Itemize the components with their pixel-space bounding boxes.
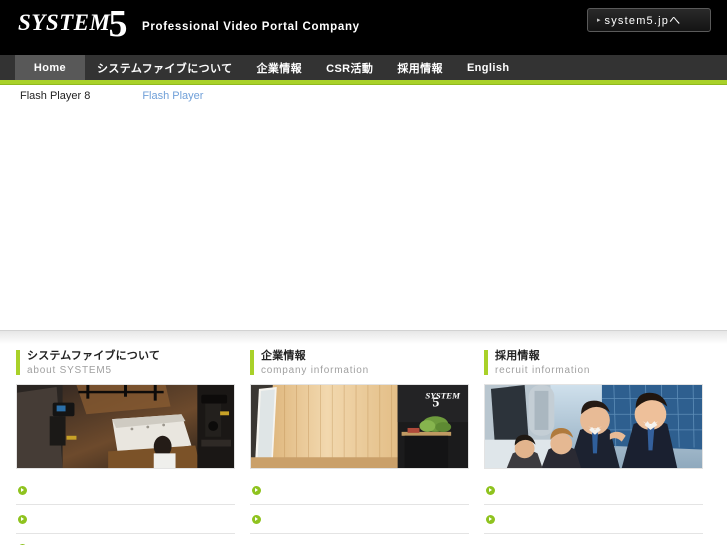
link-row[interactable] [484,476,703,506]
logo-word-text: SYSTEM [18,10,111,35]
svg-text:SYSTEM: SYSTEM [425,391,461,401]
column-title-ja: 企業情報 [261,350,306,362]
main-navigation: Home システムファイブについて 企業情報 CSR活動 採用情報 Englis… [0,55,727,80]
feature-columns: システムファイブについて about SYSTEM5 企業情報 company … [0,344,727,545]
stage-shadow-gradient [0,331,727,344]
flash-content-stage[interactable] [0,107,727,330]
external-site-label: system5.jpへ [604,15,682,27]
column-title-en: about SYSTEM5 [27,365,112,377]
column-header: 企業情報 company information [250,350,469,377]
link-row[interactable] [250,476,469,506]
arrow-bullet-icon [252,514,261,524]
link-row[interactable] [16,534,235,545]
arrow-bullet-icon [18,514,27,524]
nav-item-home[interactable]: Home [15,55,85,80]
flash-version-label: Flash Player 8 [20,90,91,102]
logo-tagline: Professional Video Portal Company [141,21,360,33]
nav-item-about[interactable]: システムファイブについて [85,55,244,80]
flash-player-bar: Flash Player 8 Flash Player [0,85,727,107]
nav-item-csr[interactable]: CSR活動 [314,55,385,80]
column-company: 企業情報 company information SYSTEM 5 [250,350,469,545]
recruit-people-photo[interactable] [484,384,703,470]
arrow-bullet-icon [486,514,495,524]
column-title-ja: システムファイブについて [27,350,161,362]
link-row[interactable] [250,505,469,535]
arrow-bullet-icon [18,485,27,495]
green-accent-bar [16,350,20,375]
nav-item-company[interactable]: 企業情報 [244,55,314,80]
column-recruit: 採用情報 recruit information [484,350,703,545]
nav-item-english[interactable]: English [455,55,522,80]
arrow-bullet-icon [486,485,495,495]
external-site-button[interactable]: ▸ system5.jpへ [587,8,711,32]
flash-player-link[interactable]: Flash Player [142,90,203,102]
studio-photo-graphic [17,385,234,469]
site-header: SYSTEM5 Professional Video Portal Compan… [0,0,727,55]
green-accent-bar [484,350,488,375]
site-logo[interactable]: SYSTEM5 Professional Video Portal Compan… [18,3,360,45]
column-title-ja: 採用情報 [495,350,540,362]
column-header: システムファイブについて about SYSTEM5 [16,350,235,377]
logo-wordmark: SYSTEM5 [18,3,130,45]
column-header: 採用情報 recruit information [484,350,703,377]
logo-digit-five: 5 [108,3,128,45]
office-lobby-photo[interactable]: SYSTEM 5 [250,384,469,470]
nav-item-recruit[interactable]: 採用情報 [385,55,455,80]
column-about: システムファイブについて about SYSTEM5 [16,350,235,545]
column-title-en: recruit information [495,365,591,377]
green-accent-bar [250,350,254,375]
link-row[interactable] [484,505,703,535]
recruit-people-graphic [485,385,702,469]
office-lobby-graphic: SYSTEM 5 [251,385,468,469]
studio-photo[interactable] [16,384,235,470]
link-row[interactable] [16,476,235,506]
link-row[interactable] [16,505,235,535]
column-title-en: company information [261,365,370,377]
triangle-right-icon: ▸ [597,16,601,24]
svg-text:5: 5 [432,395,439,410]
arrow-bullet-icon [252,485,261,495]
